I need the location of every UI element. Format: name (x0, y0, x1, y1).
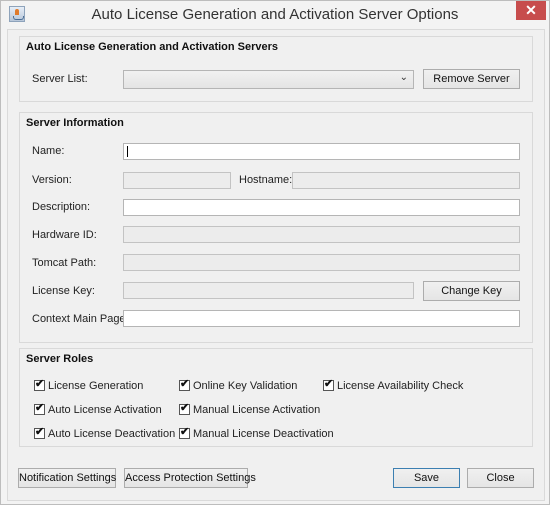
checkbox-label: License Generation (48, 380, 144, 392)
context-main-page-label: Context Main Page: (32, 313, 129, 325)
text-caret (127, 146, 128, 157)
check-icon: ✔ (35, 377, 45, 390)
close-window-button[interactable]: ✕ (516, 1, 546, 20)
check-icon: ✔ (324, 377, 334, 390)
auto-license-activation-checkbox[interactable]: ✔ Auto License Activation (34, 401, 162, 416)
license-key-input[interactable] (123, 282, 414, 299)
server-roles-group: Server Roles ✔ License Generation ✔ Online… (19, 348, 533, 447)
server-list-label: Server List: (32, 73, 88, 85)
check-icon: ✔ (180, 425, 190, 438)
window-title: Auto License Generation and Activation S… (91, 6, 459, 23)
hostname-label: Hostname: (239, 174, 293, 186)
checkbox-label: Online Key Validation (193, 380, 298, 392)
online-key-validation-checkbox[interactable]: ✔ Online Key Validation (179, 377, 298, 392)
license-availability-check-checkbox[interactable]: ✔ License Availability Check (323, 377, 464, 392)
manual-license-deactivation-checkbox[interactable]: ✔ Manual License Deactivation (179, 425, 334, 440)
checkbox-label: Auto License Deactivation (48, 428, 176, 440)
checkbox-label: Manual License Deactivation (193, 428, 334, 440)
description-input[interactable] (123, 199, 520, 216)
chevron-down-icon: ⌄ (399, 72, 408, 83)
checkbox-label: Manual License Activation (193, 404, 321, 416)
tomcat-path-input[interactable] (123, 254, 520, 271)
change-key-button[interactable]: Change Key (423, 281, 520, 301)
check-icon: ✔ (180, 401, 190, 414)
close-icon: ✕ (525, 2, 537, 18)
name-input[interactable] (123, 143, 520, 160)
access-protection-settings-button[interactable]: Access Protection Settings (124, 468, 256, 488)
notification-settings-button[interactable]: Notification Settings (18, 468, 116, 488)
hardware-id-label: Hardware ID: (32, 229, 97, 241)
options-dialog: Auto License Generation and Activation S… (0, 0, 550, 505)
check-icon: ✔ (35, 425, 45, 438)
license-key-label: License Key: (32, 285, 95, 297)
hardware-id-input[interactable] (123, 226, 520, 243)
close-button[interactable]: Close (467, 468, 534, 488)
license-generation-checkbox[interactable]: ✔ License Generation (34, 377, 144, 392)
server-information-title: Server Information (26, 117, 124, 129)
hostname-input[interactable] (292, 172, 520, 189)
tomcat-path-label: Tomcat Path: (32, 257, 97, 269)
server-list-dropdown[interactable]: ⌄ (123, 70, 414, 89)
checkbox-label: Auto License Activation (48, 404, 162, 416)
check-icon: ✔ (180, 377, 190, 390)
context-main-page-input[interactable] (123, 310, 520, 327)
server-information-group: Server Information Name: Version: Hostna… (19, 112, 533, 343)
description-label: Description: (32, 201, 91, 213)
servers-group-title: Auto License Generation and Activation S… (26, 41, 279, 53)
check-icon: ✔ (35, 401, 45, 414)
servers-group: Auto License Generation and Activation S… (19, 36, 533, 102)
dialog-client-area: Auto License Generation and Activation S… (7, 29, 545, 501)
name-label: Name: (32, 145, 65, 157)
auto-license-deactivation-checkbox[interactable]: ✔ Auto License Deactivation (34, 425, 176, 440)
version-input[interactable] (123, 172, 231, 189)
checkbox-label: License Availability Check (337, 380, 464, 392)
remove-server-button[interactable]: Remove Server (423, 69, 520, 89)
manual-license-activation-checkbox[interactable]: ✔ Manual License Activation (179, 401, 321, 416)
save-button[interactable]: Save (393, 468, 460, 488)
server-roles-title: Server Roles (26, 353, 94, 365)
version-label: Version: (32, 174, 72, 186)
title-bar[interactable]: Auto License Generation and Activation S… (1, 1, 549, 29)
